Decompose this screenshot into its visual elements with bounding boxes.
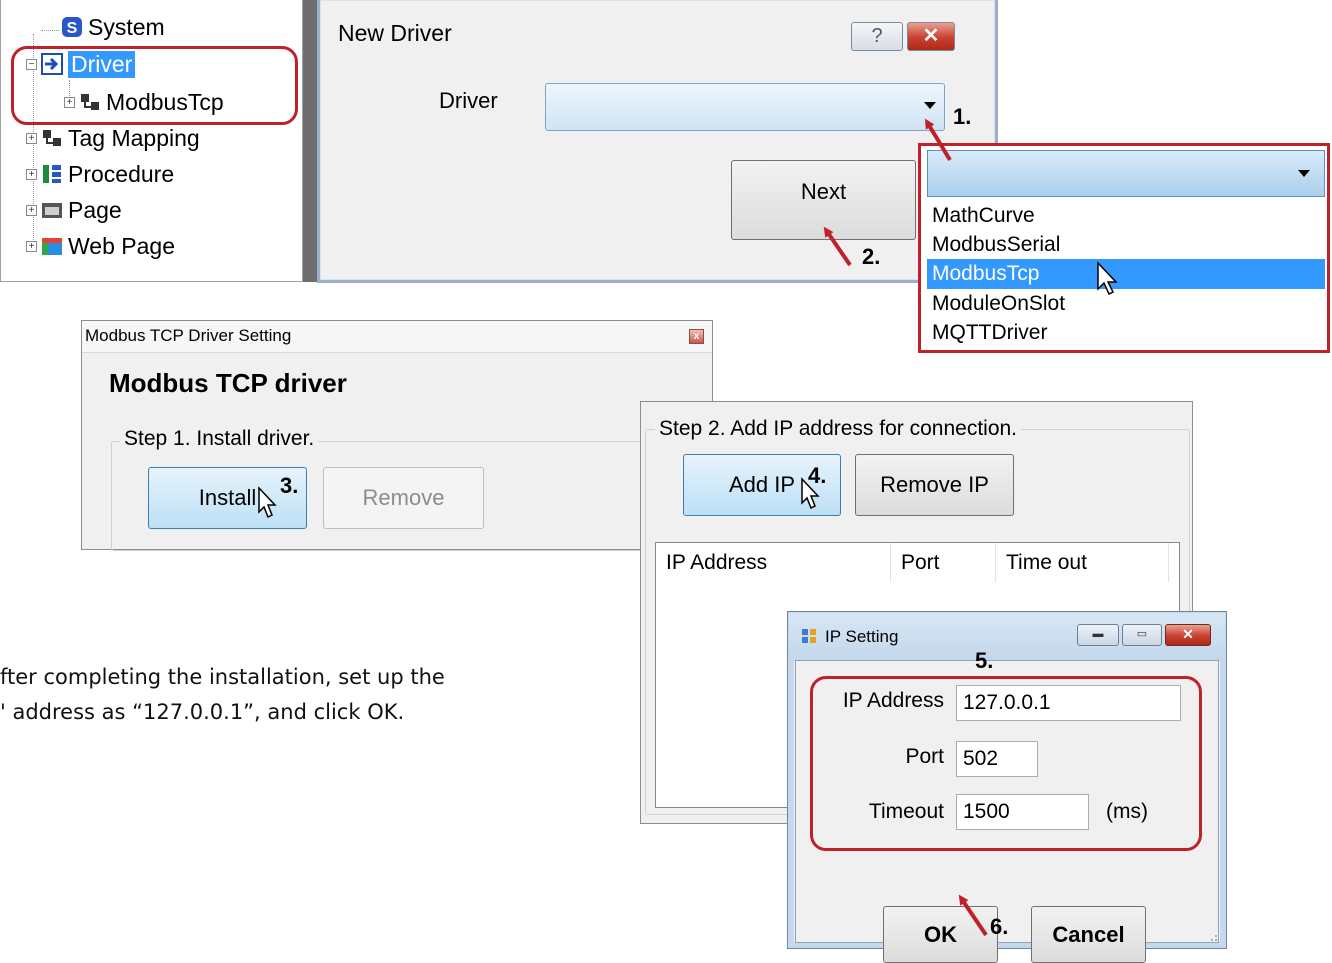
caption-line: fter completing the installation, set up… — [0, 665, 445, 689]
instruction-caption: fter completing the installation, set up… — [0, 660, 560, 730]
step6-arrow — [958, 894, 988, 937]
step2-arrow — [823, 226, 852, 267]
caption-line: ' address as “127.0.0.1”, and click OK. — [0, 700, 405, 724]
step1-arrow — [924, 118, 952, 162]
annotation-arrows — [823, 118, 988, 937]
